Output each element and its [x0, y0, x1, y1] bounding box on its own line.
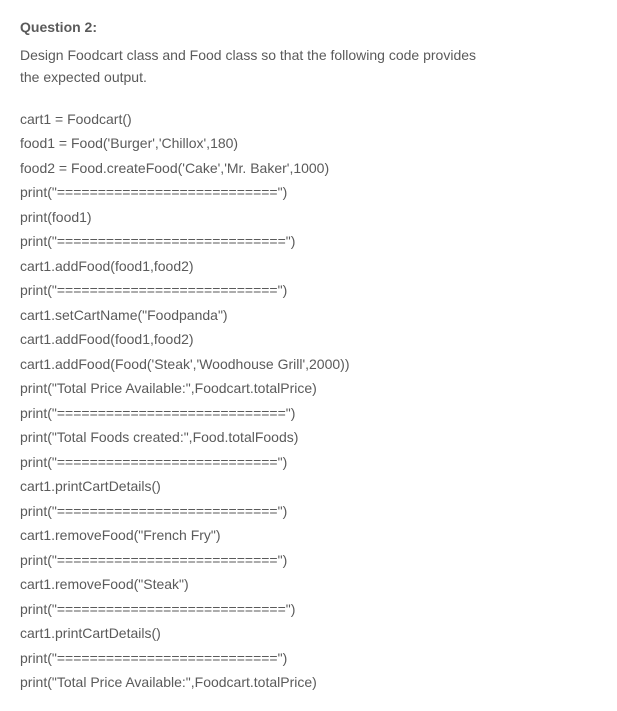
code-line: food2 = Food.createFood('Cake','Mr. Bake…	[20, 156, 597, 181]
code-line: cart1 = Foodcart()	[20, 107, 597, 132]
code-line: print("===========================")	[20, 499, 597, 524]
code-line: cart1.printCartDetails()	[20, 621, 597, 646]
code-line: cart1.addFood(Food('Steak','Woodhouse Gr…	[20, 352, 597, 377]
code-line: print(food1)	[20, 205, 597, 230]
code-line: cart1.addFood(food1,food2)	[20, 327, 597, 352]
code-line: print("Total Price Available:",Foodcart.…	[20, 376, 597, 401]
question-header: Question 2:	[20, 16, 597, 40]
code-line: print("===========================")	[20, 450, 597, 475]
description-line-2: the expected output.	[20, 66, 597, 88]
code-line: cart1.removeFood("Steak")	[20, 572, 597, 597]
question-description: Design Foodcart class and Food class so …	[20, 44, 597, 89]
code-line: print("===========================")	[20, 548, 597, 573]
code-line: cart1.removeFood("French Fry")	[20, 523, 597, 548]
code-line: print("===========================")	[20, 180, 597, 205]
code-line: cart1.setCartName("Foodpanda")	[20, 303, 597, 328]
code-line: print("============================")	[20, 597, 597, 622]
code-line: cart1.addFood(food1,food2)	[20, 254, 597, 279]
code-line: food1 = Food('Burger','Chillox',180)	[20, 131, 597, 156]
code-line: print("============================")	[20, 229, 597, 254]
code-block: cart1 = Foodcart() food1 = Food('Burger'…	[20, 107, 597, 695]
code-line: print("===========================")	[20, 646, 597, 671]
description-line-1: Design Foodcart class and Food class so …	[20, 44, 597, 66]
code-line: print("Total Price Available:",Foodcart.…	[20, 670, 597, 695]
code-line: print("============================")	[20, 401, 597, 426]
code-line: print("===========================")	[20, 278, 597, 303]
code-line: cart1.printCartDetails()	[20, 474, 597, 499]
code-line: print("Total Foods created:",Food.totalF…	[20, 425, 597, 450]
